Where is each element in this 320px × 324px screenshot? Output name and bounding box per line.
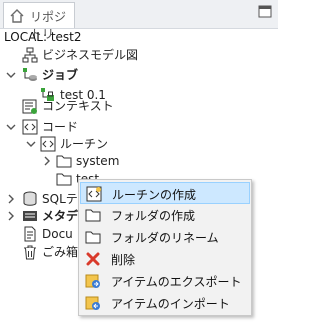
- metadata-icon: [22, 208, 38, 224]
- tree-item-metadata[interactable]: メタデ: [0, 206, 80, 226]
- tree-label: ビジネスモデル図: [42, 48, 139, 62]
- chevron-right-icon[interactable]: [42, 151, 52, 171]
- context-icon: [22, 99, 38, 115]
- tree-label: ごみ箱: [42, 245, 79, 259]
- sql-icon: [22, 191, 38, 207]
- minimize-icon[interactable]: [258, 5, 272, 22]
- folder-icon: [56, 171, 72, 187]
- menu-item-delete[interactable]: 削除: [80, 248, 250, 270]
- local-project-label: LOCAL: test2: [4, 30, 82, 44]
- delete-icon: [85, 251, 101, 267]
- import-icon: [85, 295, 101, 311]
- tree-label: コンテキスト: [42, 99, 114, 113]
- menu-item-rename-folder[interactable]: フォルダのリネーム: [80, 226, 250, 248]
- menu-item-label: フォルダの作成: [111, 209, 196, 223]
- folder-icon: [56, 153, 72, 169]
- menu-item-label: アイテムのインポート: [111, 297, 230, 311]
- home-icon: [9, 8, 25, 27]
- tree-label: system: [76, 154, 120, 168]
- menu-item-export[interactable]: アイテムのエクスポート: [80, 270, 250, 292]
- chevron-down-icon[interactable]: [6, 65, 16, 85]
- chevron-right-icon[interactable]: [6, 206, 16, 226]
- folder-create-icon: [85, 207, 101, 223]
- repository-tab[interactable]: リポジトリ: [3, 2, 75, 41]
- tree-label: ジョブ: [42, 68, 79, 82]
- job-icon: [22, 67, 38, 83]
- menu-item-label: アイテムのエクスポート: [111, 275, 242, 289]
- tree-item-business-model[interactable]: ビジネスモデル図: [0, 45, 278, 65]
- routine-icon: [40, 136, 56, 152]
- tree-item-context[interactable]: コンテキスト: [0, 96, 278, 116]
- menu-item-label: 削除: [111, 253, 136, 267]
- menu-item-label: フォルダのリネーム: [111, 231, 219, 245]
- code-icon: [22, 119, 38, 135]
- document-icon: [22, 226, 38, 242]
- menu-item-create-routine[interactable]: ルーチンの作成: [80, 182, 250, 204]
- trash-icon: [22, 244, 38, 260]
- routine-create-icon: [86, 186, 102, 202]
- folder-rename-icon: [85, 229, 101, 245]
- tree-label: Docu: [42, 227, 73, 241]
- export-icon: [85, 273, 101, 289]
- tree-item-system[interactable]: system: [0, 151, 278, 171]
- tree-item-documentation[interactable]: Docu: [0, 224, 80, 244]
- tree-item-job[interactable]: ジョブ: [0, 65, 278, 85]
- tree-item-trash[interactable]: ごみ箱: [0, 242, 80, 262]
- menu-item-import[interactable]: アイテムのインポート: [80, 292, 250, 314]
- menu-item-label: ルーチンの作成: [112, 188, 197, 202]
- view-tab-bar: リポジトリ: [0, 0, 278, 41]
- context-menu: ルーチンの作成 フォルダの作成 フォルダのリネーム 削除 アイテムのエクスポート…: [78, 179, 252, 316]
- menu-item-create-folder[interactable]: フォルダの作成: [80, 204, 250, 226]
- tree-label: メタデ: [42, 209, 79, 223]
- business-model-icon: [22, 47, 38, 63]
